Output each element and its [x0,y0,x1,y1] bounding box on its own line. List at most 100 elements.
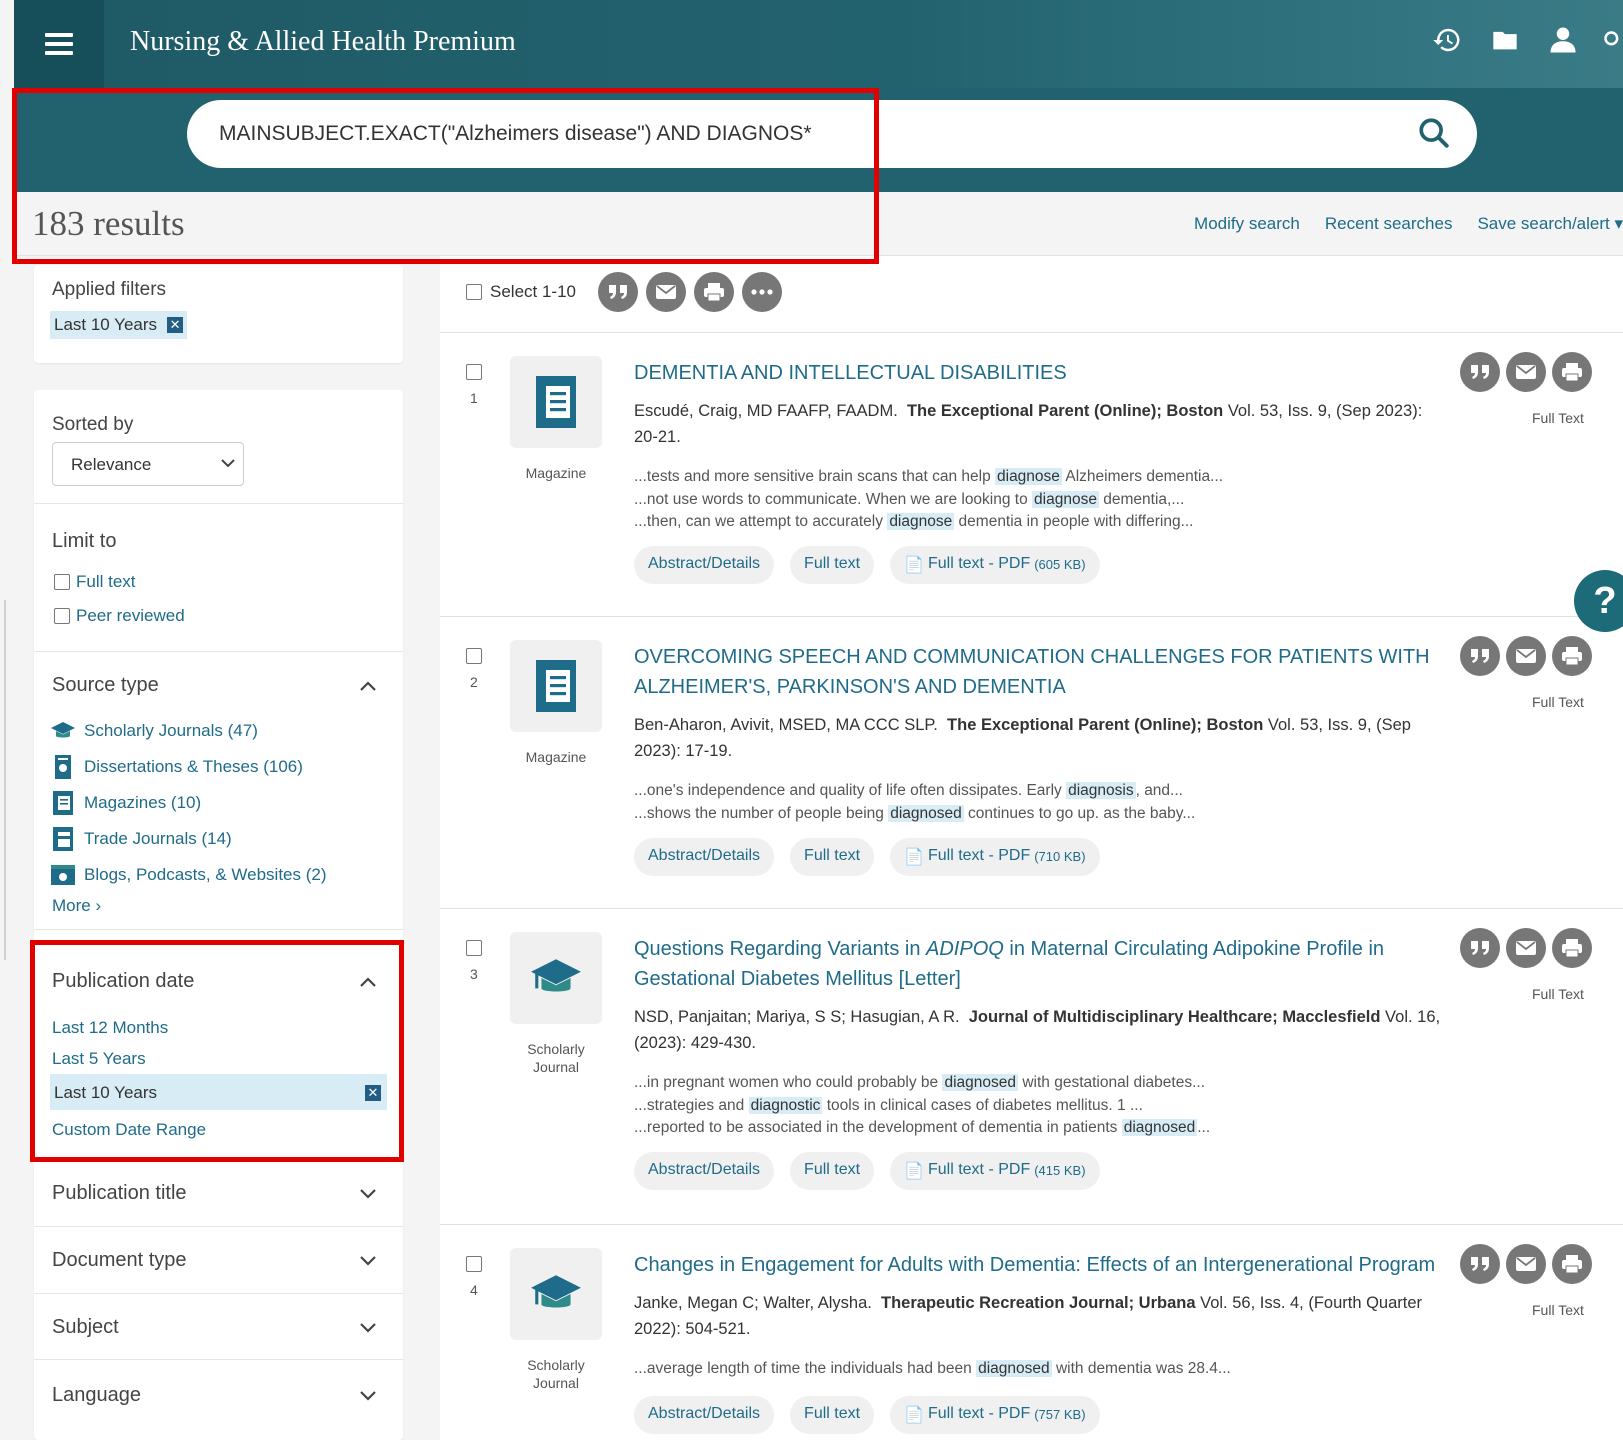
date-custom-range[interactable]: Custom Date Range [52,1120,206,1140]
record-title[interactable]: OVERCOMING SPEECH AND COMMUNICATION CHAL… [634,642,1434,702]
print-icon[interactable] [694,272,734,312]
source-magazines-label: Magazines (10) [84,793,202,812]
page: Nursing & Allied Health Premium 18 [0,0,1623,1440]
abstract-details-button[interactable]: Abstract/Details [634,1152,775,1190]
print-icon[interactable] [1552,636,1592,676]
recent-searches-link[interactable]: Recent searches [1325,214,1453,234]
source-trade-label: Trade Journals (14) [84,829,232,848]
snippet: ...not use words to communicate. When we… [634,490,1185,508]
email-icon[interactable] [1506,1244,1546,1284]
language-section[interactable]: Language [34,1360,403,1428]
full-text-button[interactable]: Full text [790,546,875,584]
chevron-down-icon[interactable] [359,1322,377,1334]
print-icon[interactable] [1552,1244,1592,1284]
sort-select[interactable]: Relevance [52,442,244,486]
record-checkbox[interactable] [466,1256,482,1272]
record-divider [440,616,1623,617]
full-text-button[interactable]: Full text [790,838,875,876]
pdf-icon: 📄 [904,1407,924,1424]
cite-icon[interactable] [1460,928,1500,968]
pdf-button[interactable]: 📄 Full text - PDF (415 KB) [890,1152,1100,1190]
record-actions [1460,352,1592,392]
cite-icon[interactable] [598,272,638,312]
menu-button[interactable] [14,0,104,88]
user-icon[interactable] [1545,22,1581,58]
abstract-details-button[interactable]: Abstract/Details [634,546,775,584]
date-selected-option[interactable]: Last 10 Years ✕ [50,1074,387,1110]
source-dissertations-label: Dissertations & Theses (106) [84,757,303,776]
record-title[interactable]: DEMENTIA AND INTELLECTUAL DISABILITIES [634,358,1434,388]
record-checkbox[interactable] [466,648,482,664]
search-toggle-icon[interactable] [1603,22,1623,58]
chevron-down-icon[interactable] [359,1255,377,1267]
email-icon[interactable] [1506,928,1546,968]
date-last-5-years[interactable]: Last 5 Years [52,1049,146,1069]
record-checkbox[interactable] [466,364,482,380]
record-authors: Janke, Megan C; Walter, Alysha. [634,1294,872,1312]
print-icon[interactable] [1552,928,1592,968]
full-text-label: Full Text [1532,694,1584,710]
abstract-details-button[interactable]: Abstract/Details [634,838,775,876]
pdf-icon: 📄 [904,557,924,574]
results-area: Select 1-10 1 Magazine DEMENTIA AND INTE… [440,256,1623,1440]
document-type-section[interactable]: Document type [34,1227,403,1294]
record-snippets: ...in pregnant women who could probably … [634,1072,1434,1140]
full-text-button[interactable]: Full text [790,1152,875,1190]
pdf-button[interactable]: 📄 Full text - PDF (757 KB) [890,1396,1100,1434]
pdf-button[interactable]: 📄 Full text - PDF (710 KB) [890,838,1100,876]
source-scholarly-journals[interactable]: Scholarly Journals (47) [50,718,258,744]
snippet: ...reported to be associated in the deve… [634,1119,1211,1136]
date-last-12-months[interactable]: Last 12 Months [52,1018,168,1038]
email-icon[interactable] [646,272,686,312]
source-dissertations[interactable]: Dissertations & Theses (106) [50,754,303,780]
more-actions-icon[interactable] [742,272,782,312]
chevron-down-icon[interactable] [359,1188,377,1200]
email-icon[interactable] [1506,636,1546,676]
search-icon[interactable] [1417,116,1453,152]
remove-date-filter-icon[interactable]: ✕ [365,1085,381,1101]
source-more-link[interactable]: More › [52,896,101,916]
peer-reviewed-label: Peer reviewed [76,606,185,625]
peer-reviewed-checkbox[interactable] [54,608,70,624]
search-input[interactable] [219,114,1369,154]
publication-title-section[interactable]: Publication title [34,1160,403,1227]
print-icon[interactable] [1552,352,1592,392]
chevron-down-icon[interactable] [359,1390,377,1402]
pdf-button[interactable]: 📄 Full text - PDF (605 KB) [890,546,1100,584]
history-icon[interactable] [1429,22,1465,58]
magazine-icon [510,640,602,732]
modify-search-link[interactable]: Modify search [1194,214,1300,234]
chevron-down-icon [221,459,235,468]
cite-icon[interactable] [1460,1244,1500,1284]
abstract-details-button[interactable]: Abstract/Details [634,1396,775,1434]
record-title[interactable]: Questions Regarding Variants in ADIPOQ i… [634,934,1434,994]
full-text-label: Full Text [1532,1302,1584,1318]
source-blogs[interactable]: Blogs, Podcasts, & Websites (2) [50,862,327,888]
save-search-link[interactable]: Save search/alert ▾ [1477,214,1623,234]
record-title[interactable]: Changes in Engagement for Adults with De… [634,1250,1454,1280]
remove-filter-icon[interactable]: ✕ [167,317,184,333]
fulltext-checkbox[interactable] [54,574,70,590]
language-label: Language [52,1384,141,1406]
full-text-button[interactable]: Full text [790,1396,875,1434]
chevron-up-icon[interactable] [359,680,377,692]
applied-filter-chip[interactable]: Last 10 Years ✕ [50,311,188,339]
source-trade-journals[interactable]: Trade Journals (14) [50,826,232,852]
limit-fulltext[interactable]: Full text [54,572,136,592]
record-citation: Ben-Aharon, Avivit, MSED, MA CCC SLP. Th… [634,712,1444,764]
applied-filters-panel: Applied filters Last 10 Years ✕ [34,265,403,363]
subject-section[interactable]: Subject [34,1294,403,1360]
record-source: The Exceptional Parent (Online); Boston [906,402,1224,420]
record-number: 2 [470,674,478,690]
source-blogs-label: Blogs, Podcasts, & Websites (2) [84,865,327,884]
chevron-up-icon[interactable] [359,976,377,988]
record-checkbox[interactable] [466,940,482,956]
source-magazines[interactable]: Magazines (10) [50,790,201,816]
applied-filter-label: Last 10 Years [54,315,158,334]
folder-icon[interactable] [1487,22,1523,58]
email-icon[interactable] [1506,352,1546,392]
select-all-checkbox[interactable] [466,284,482,300]
limit-peer-reviewed[interactable]: Peer reviewed [54,606,185,626]
cite-icon[interactable] [1460,636,1500,676]
cite-icon[interactable] [1460,352,1500,392]
